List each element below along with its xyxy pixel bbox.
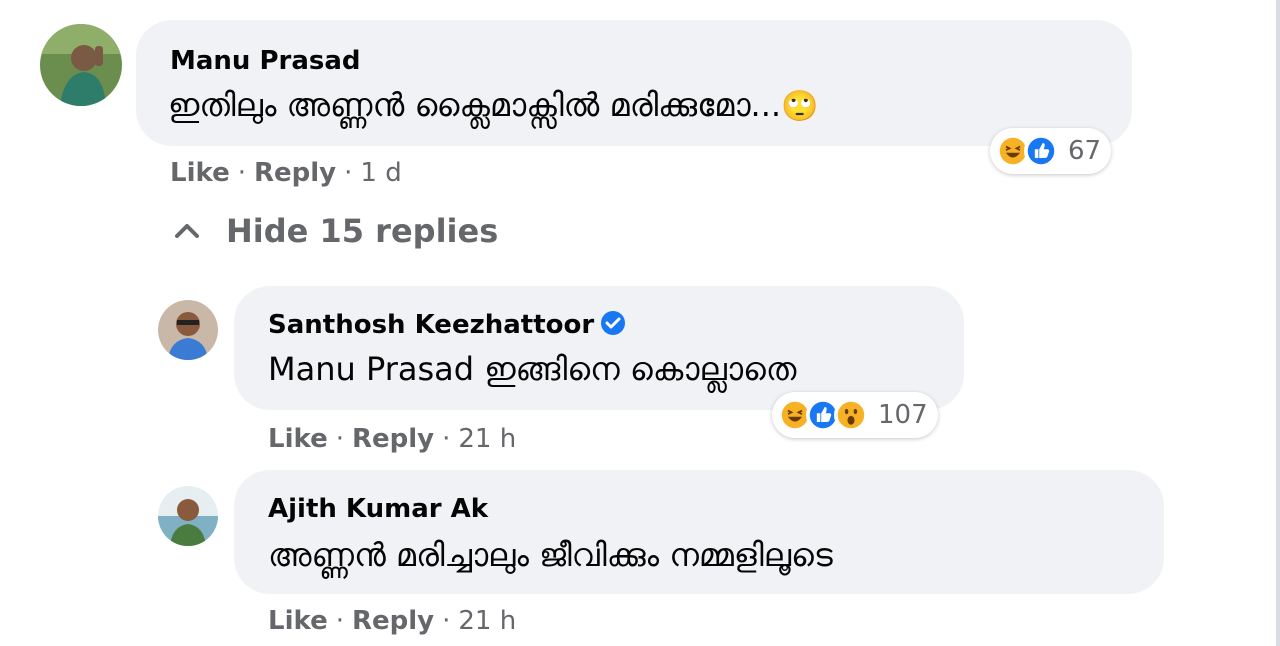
comment-actions: Like · Reply · 1 d <box>170 158 402 188</box>
like-button[interactable]: Like <box>268 424 328 454</box>
avatar-santhosh-keezhattoor[interactable] <box>158 300 218 360</box>
reaction-count: 67 <box>1068 136 1102 166</box>
reply-bubble <box>234 470 1164 594</box>
reply-author-name[interactable]: Santhosh Keezhattoor <box>268 310 594 340</box>
reply-author[interactable]: Ajith Kumar Ak <box>268 494 488 524</box>
like-button[interactable]: Like <box>170 158 230 188</box>
avatar-manu-prasad[interactable] <box>40 24 122 106</box>
separator-dot: · <box>335 424 344 454</box>
reply-text: Manu Prasad ഇങ്ങിനെ കൊല്ലാതെ <box>268 350 796 389</box>
verified-badge-icon <box>601 311 626 335</box>
separator-dot: · <box>442 424 451 454</box>
reply-text: അണ്ണൻ മരിച്ചാലും ജീവിക്കും നമ്മളിലൂടെ <box>268 536 833 574</box>
separator-dot: · <box>237 158 246 188</box>
reaction-summary[interactable]: 107 <box>772 392 938 438</box>
reply-actions: Like · Reply · 21 h <box>268 606 516 636</box>
reply-actions: Like · Reply · 21 h <box>268 424 516 454</box>
comment-bubble <box>136 20 1132 146</box>
reply-button[interactable]: Reply <box>254 158 336 188</box>
reply-button[interactable]: Reply <box>352 606 434 636</box>
comment-author[interactable]: Manu Prasad <box>170 46 361 76</box>
face-with-rolling-eyes-emoji: 🙄 <box>781 89 819 124</box>
wow-icon <box>834 398 868 432</box>
timestamp[interactable]: 1 d <box>360 158 401 188</box>
reaction-summary[interactable]: 67 <box>990 128 1112 174</box>
scrollbar-track[interactable] <box>1276 0 1280 646</box>
avatar-ajith-kumar-ak[interactable] <box>158 486 218 546</box>
mention-link[interactable]: Manu Prasad <box>268 350 474 388</box>
comment-text-body: ഇതിലും അണ്ണൻ ക്ലൈമാക്സിൽ മരിക്കുമോ... <box>168 86 782 124</box>
comment-text: ഇതിലും അണ്ണൻ ക്ലൈമാക്സിൽ മരിക്കുമോ...🙄 <box>168 86 818 125</box>
hide-replies-toggle[interactable]: Hide 15 replies <box>172 212 498 250</box>
hide-replies-label: Hide 15 replies <box>226 212 499 250</box>
timestamp[interactable]: 21 h <box>458 424 516 454</box>
chevron-up-icon <box>175 224 199 238</box>
reply-author: Santhosh Keezhattoor <box>268 310 626 340</box>
separator-dot: · <box>335 606 344 636</box>
reply-button[interactable]: Reply <box>352 424 434 454</box>
reply-text-body: ഇങ്ങിനെ കൊല്ലാതെ <box>474 350 797 388</box>
timestamp[interactable]: 21 h <box>458 606 516 636</box>
reaction-count: 107 <box>878 400 928 430</box>
like-icon <box>1024 134 1058 168</box>
separator-dot: · <box>442 606 451 636</box>
separator-dot: · <box>344 158 353 188</box>
like-button[interactable]: Like <box>268 606 328 636</box>
